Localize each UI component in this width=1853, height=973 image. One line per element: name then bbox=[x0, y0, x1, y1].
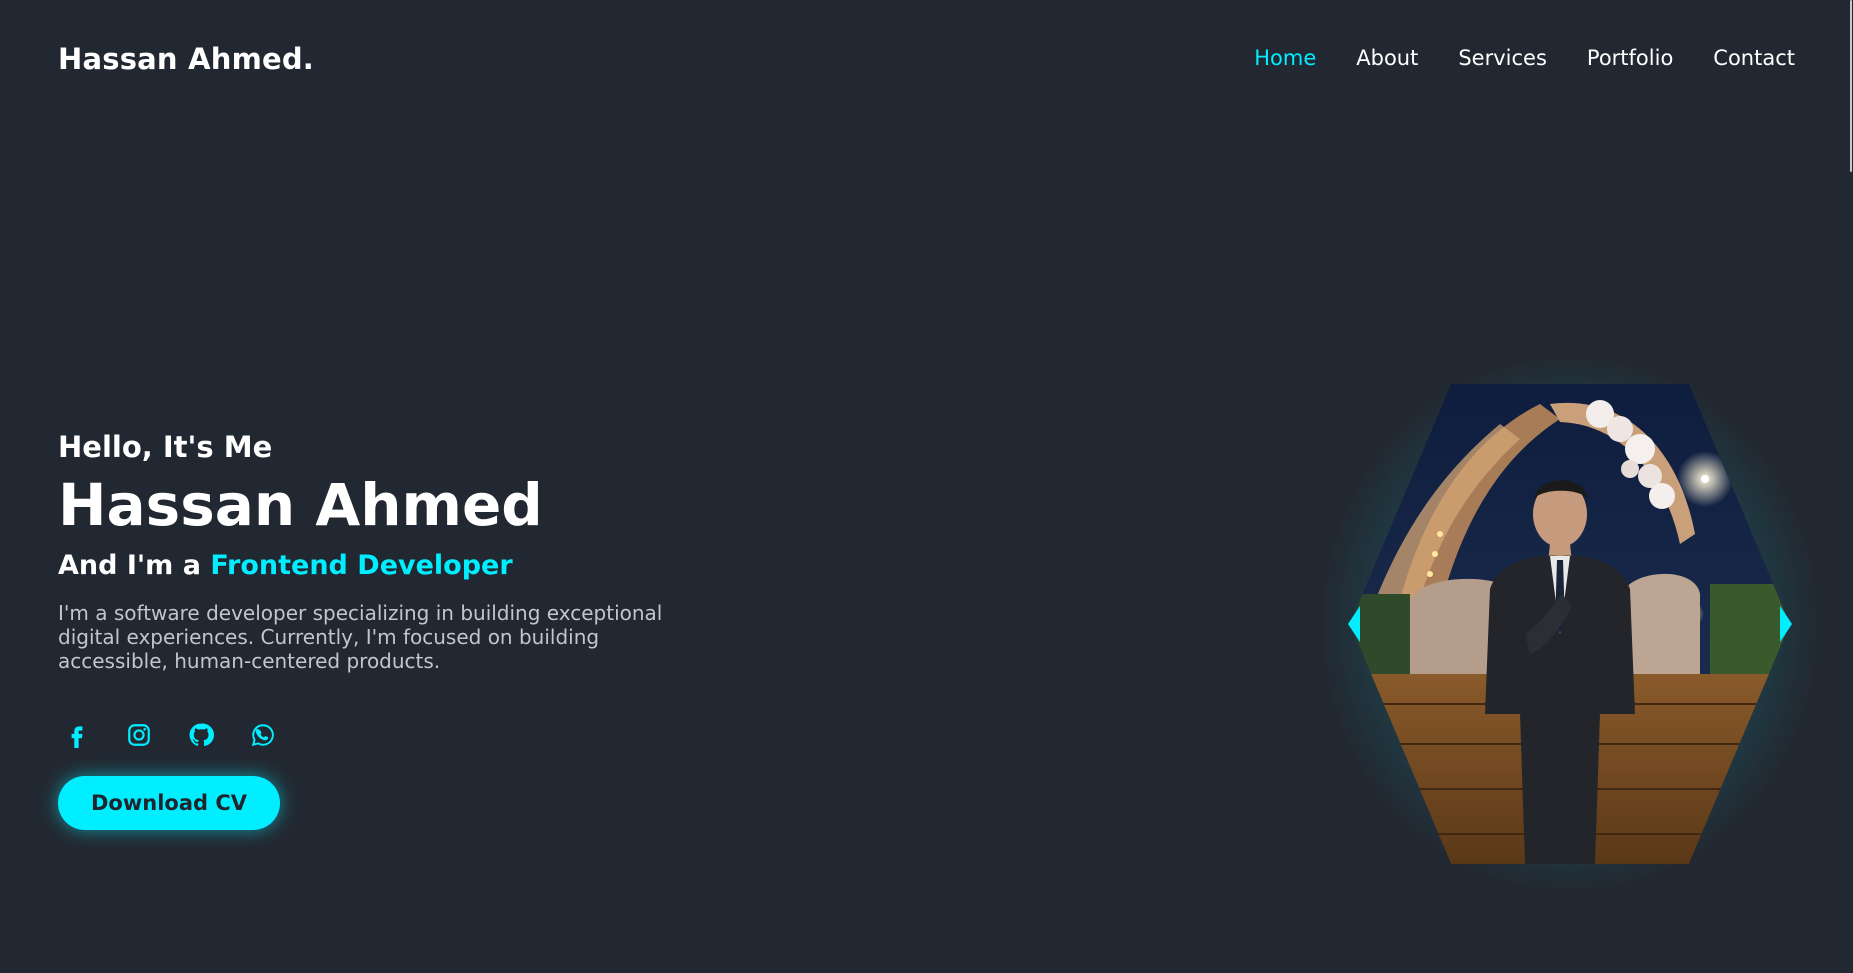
hero-role: And I'm a Frontend Developer bbox=[58, 550, 778, 581]
role-prefix: And I'm a bbox=[58, 549, 211, 581]
page-scrollbar[interactable] bbox=[1849, 0, 1853, 973]
whatsapp-icon bbox=[251, 724, 274, 747]
hex-right-accent bbox=[1780, 606, 1792, 642]
main-nav: Home About Services Portfolio Contact bbox=[1254, 46, 1795, 70]
github-link[interactable] bbox=[182, 716, 220, 754]
scroll-thumb[interactable] bbox=[1850, 0, 1852, 172]
profile-photo-frame bbox=[1310, 344, 1830, 904]
download-cv-button[interactable]: Download CV bbox=[58, 776, 280, 830]
nav-portfolio[interactable]: Portfolio bbox=[1587, 46, 1673, 70]
nav-about[interactable]: About bbox=[1356, 46, 1418, 70]
hex-left-accent bbox=[1348, 606, 1360, 642]
nav-services[interactable]: Services bbox=[1458, 46, 1547, 70]
nav-home[interactable]: Home bbox=[1254, 46, 1316, 70]
facebook-icon bbox=[71, 726, 83, 748]
hero-content: Hello, It's Me Hassan Ahmed And I'm a Fr… bbox=[58, 430, 778, 673]
instagram-link[interactable] bbox=[120, 716, 158, 754]
hero-name: Hassan Ahmed bbox=[58, 471, 543, 539]
hero-description: I'm a software developer specializing in… bbox=[58, 600, 663, 673]
site-header: Hassan Ahmed. Home About Services Portfo… bbox=[0, 0, 1853, 118]
whatsapp-link[interactable] bbox=[244, 716, 282, 754]
page: Hassan Ahmed. Home About Services Portfo… bbox=[0, 0, 1853, 973]
hero-greeting: Hello, It's Me bbox=[58, 430, 273, 464]
facebook-link[interactable] bbox=[58, 716, 96, 754]
github-icon bbox=[189, 723, 214, 747]
nav-contact[interactable]: Contact bbox=[1713, 46, 1795, 70]
social-links bbox=[58, 716, 282, 754]
instagram-icon bbox=[128, 724, 150, 746]
logo[interactable]: Hassan Ahmed. bbox=[58, 42, 314, 76]
role-title: Frontend Developer bbox=[210, 549, 513, 581]
